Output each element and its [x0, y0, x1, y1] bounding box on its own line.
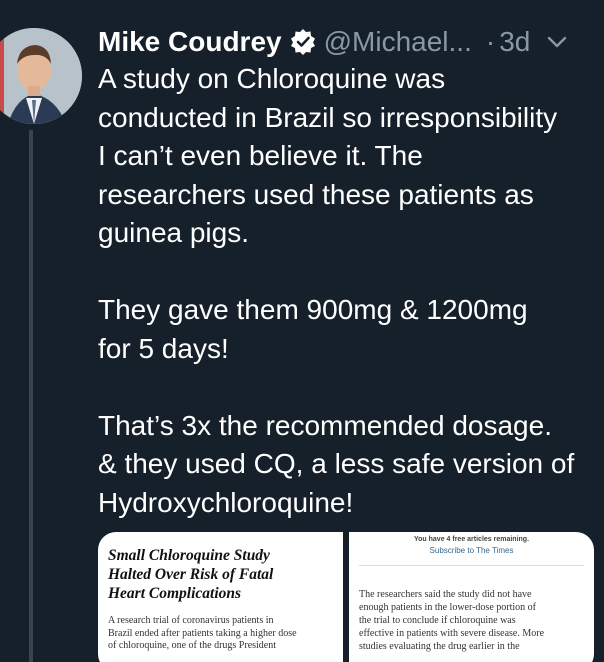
excerpt-line: of chloroquine, one of the drugs Preside… [108, 640, 277, 651]
paywall-note: You have 4 free articles remaining. [413, 536, 530, 543]
tweet-line: A study on Chloroquine was [98, 63, 446, 94]
tweet-paragraph: They gave them 900mg & 1200mg for 5 days… [98, 291, 598, 368]
tweet-line: They gave them 900mg & 1200mg [98, 294, 528, 325]
article-image-right[interactable]: You have 4 free articles remaining. Subs… [349, 532, 594, 662]
excerpt-line: Brazil ended after patients taking a hig… [108, 627, 297, 639]
avatar[interactable] [0, 28, 82, 124]
headline-line: Heart Complications [108, 585, 242, 602]
article-excerpt: A research trial of coronavirus patients… [108, 615, 333, 653]
excerpt-line: The researchers said the study did not h… [359, 589, 532, 600]
article-headline: Small Chloroquine Study Halted Over Risk… [108, 546, 333, 603]
verified-badge-icon [290, 29, 316, 55]
excerpt-line: studies evaluating the drug earlier in t… [359, 641, 520, 652]
excerpt-line: the trial to conclude if chloroquine was [359, 615, 516, 626]
tweet-line: Hydroxychloroquine! [98, 486, 354, 518]
tweet-line: researchers used these patients as [98, 178, 534, 210]
tweet-line: That’s 3x the recommended dosage. [98, 409, 552, 441]
subscribe-link: Subscribe to The Times [429, 546, 514, 555]
separator-dot: · [485, 26, 496, 57]
article-excerpt: The researchers said the study did not h… [359, 588, 584, 653]
tweet-header: Mike Coudrey @Michael... · 3d [98, 20, 594, 64]
user-handle[interactable]: @Michael... [324, 26, 472, 58]
display-name[interactable]: Mike Coudrey [98, 26, 282, 58]
excerpt-line: enough patients in the lower-dose portio… [359, 602, 536, 613]
tweet-line: conducted in Brazil so irresponsibility [98, 101, 558, 133]
thread-line [29, 130, 33, 662]
tweet-paragraph: A study on Chloroquine was conducted in … [98, 60, 598, 253]
media-grid: Small Chloroquine Study Halted Over Risk… [98, 532, 594, 662]
excerpt-line: A research trial of coronavirus patients… [108, 615, 274, 626]
chevron-down-icon[interactable] [546, 34, 568, 50]
divider [359, 565, 584, 566]
article-image-left[interactable]: Small Chloroquine Study Halted Over Risk… [98, 532, 343, 662]
tweet-line: for 5 days! [98, 332, 229, 364]
headline-line: Halted Over Risk of Fatal [108, 566, 274, 583]
timestamp[interactable]: 3d [499, 26, 530, 58]
tweet[interactable]: Mike Coudrey @Michael... · 3d A study on… [0, 0, 604, 662]
tweet-line: & they used CQ, a less safe version of [98, 448, 575, 479]
tweet-paragraph: That’s 3x the recommended dosage. & they… [98, 407, 598, 523]
tweet-text: A study on Chloroquine was conducted in … [98, 60, 598, 561]
tweet-line: I can’t even believe it. The [98, 140, 423, 171]
headline-line: Small Chloroquine Study [108, 547, 270, 564]
tweet-line: guinea pigs. [98, 217, 250, 248]
excerpt-line: effective in patients with severe diseas… [359, 628, 545, 639]
